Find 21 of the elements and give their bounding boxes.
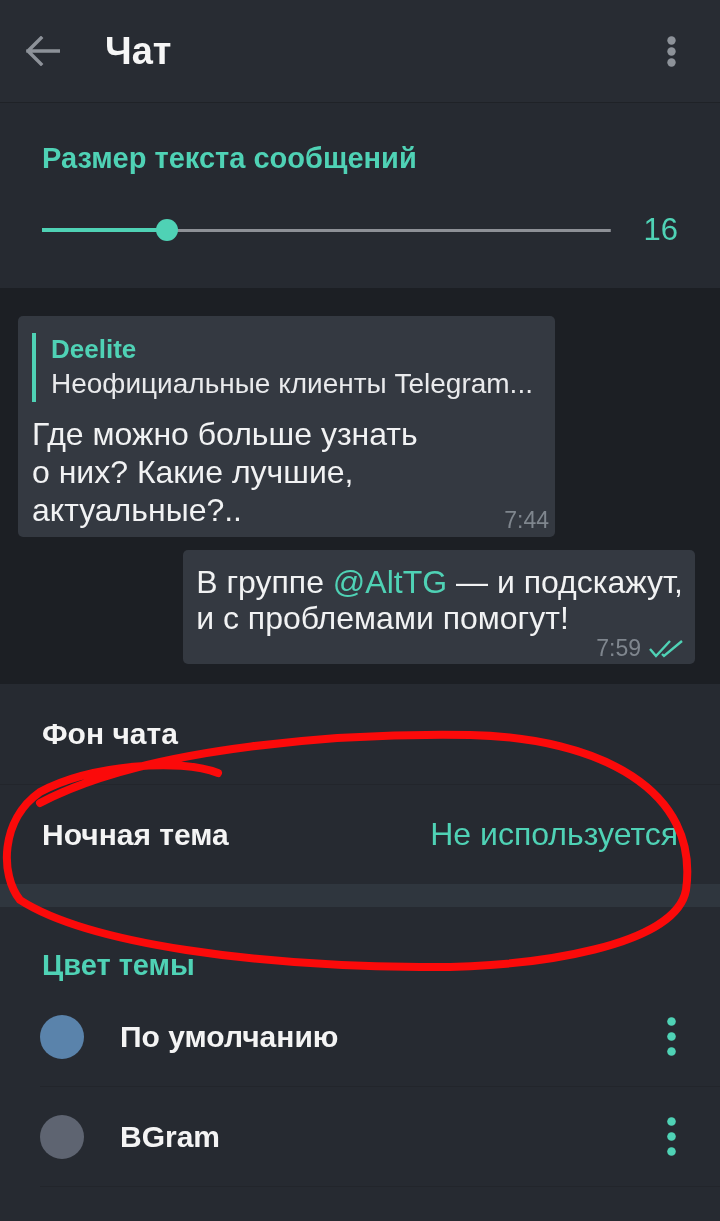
theme-name[interactable]: По умолчанию	[120, 1019, 339, 1054]
reply-text: Неофициальные клиенты Telegram...	[51, 367, 533, 401]
theme-name[interactable]: BGram	[120, 1119, 221, 1154]
settings-item[interactable]: Ночная тема	[42, 817, 229, 852]
text-size-value: 16	[643, 212, 678, 248]
slider-thumb[interactable]	[156, 219, 179, 241]
section-title: Размер текста сообщений	[42, 141, 417, 175]
more-options-icon[interactable]	[667, 1017, 676, 1056]
settings-item[interactable]: Фон чата	[42, 717, 178, 751]
screen-title: Чат	[105, 29, 172, 73]
section-title: Цвет темы	[42, 948, 195, 982]
back-arrow-icon[interactable]	[26, 36, 60, 66]
message-text: Где можно больше узнать о них? Какие лучшие, актуальные?..	[32, 415, 418, 529]
message-time: 7:59	[596, 636, 641, 660]
mention-link[interactable]: @AltTG	[332, 564, 448, 600]
message-time: 7:44	[504, 508, 549, 532]
more-options-icon[interactable]	[667, 1117, 676, 1156]
reply-author: Deelite	[51, 333, 137, 366]
setting-value: Не используется	[430, 816, 678, 853]
message-text: В группе @AltTG — и подскажут, и с проблемами помогут!	[196, 564, 683, 636]
more-options-icon[interactable]	[667, 35, 676, 67]
